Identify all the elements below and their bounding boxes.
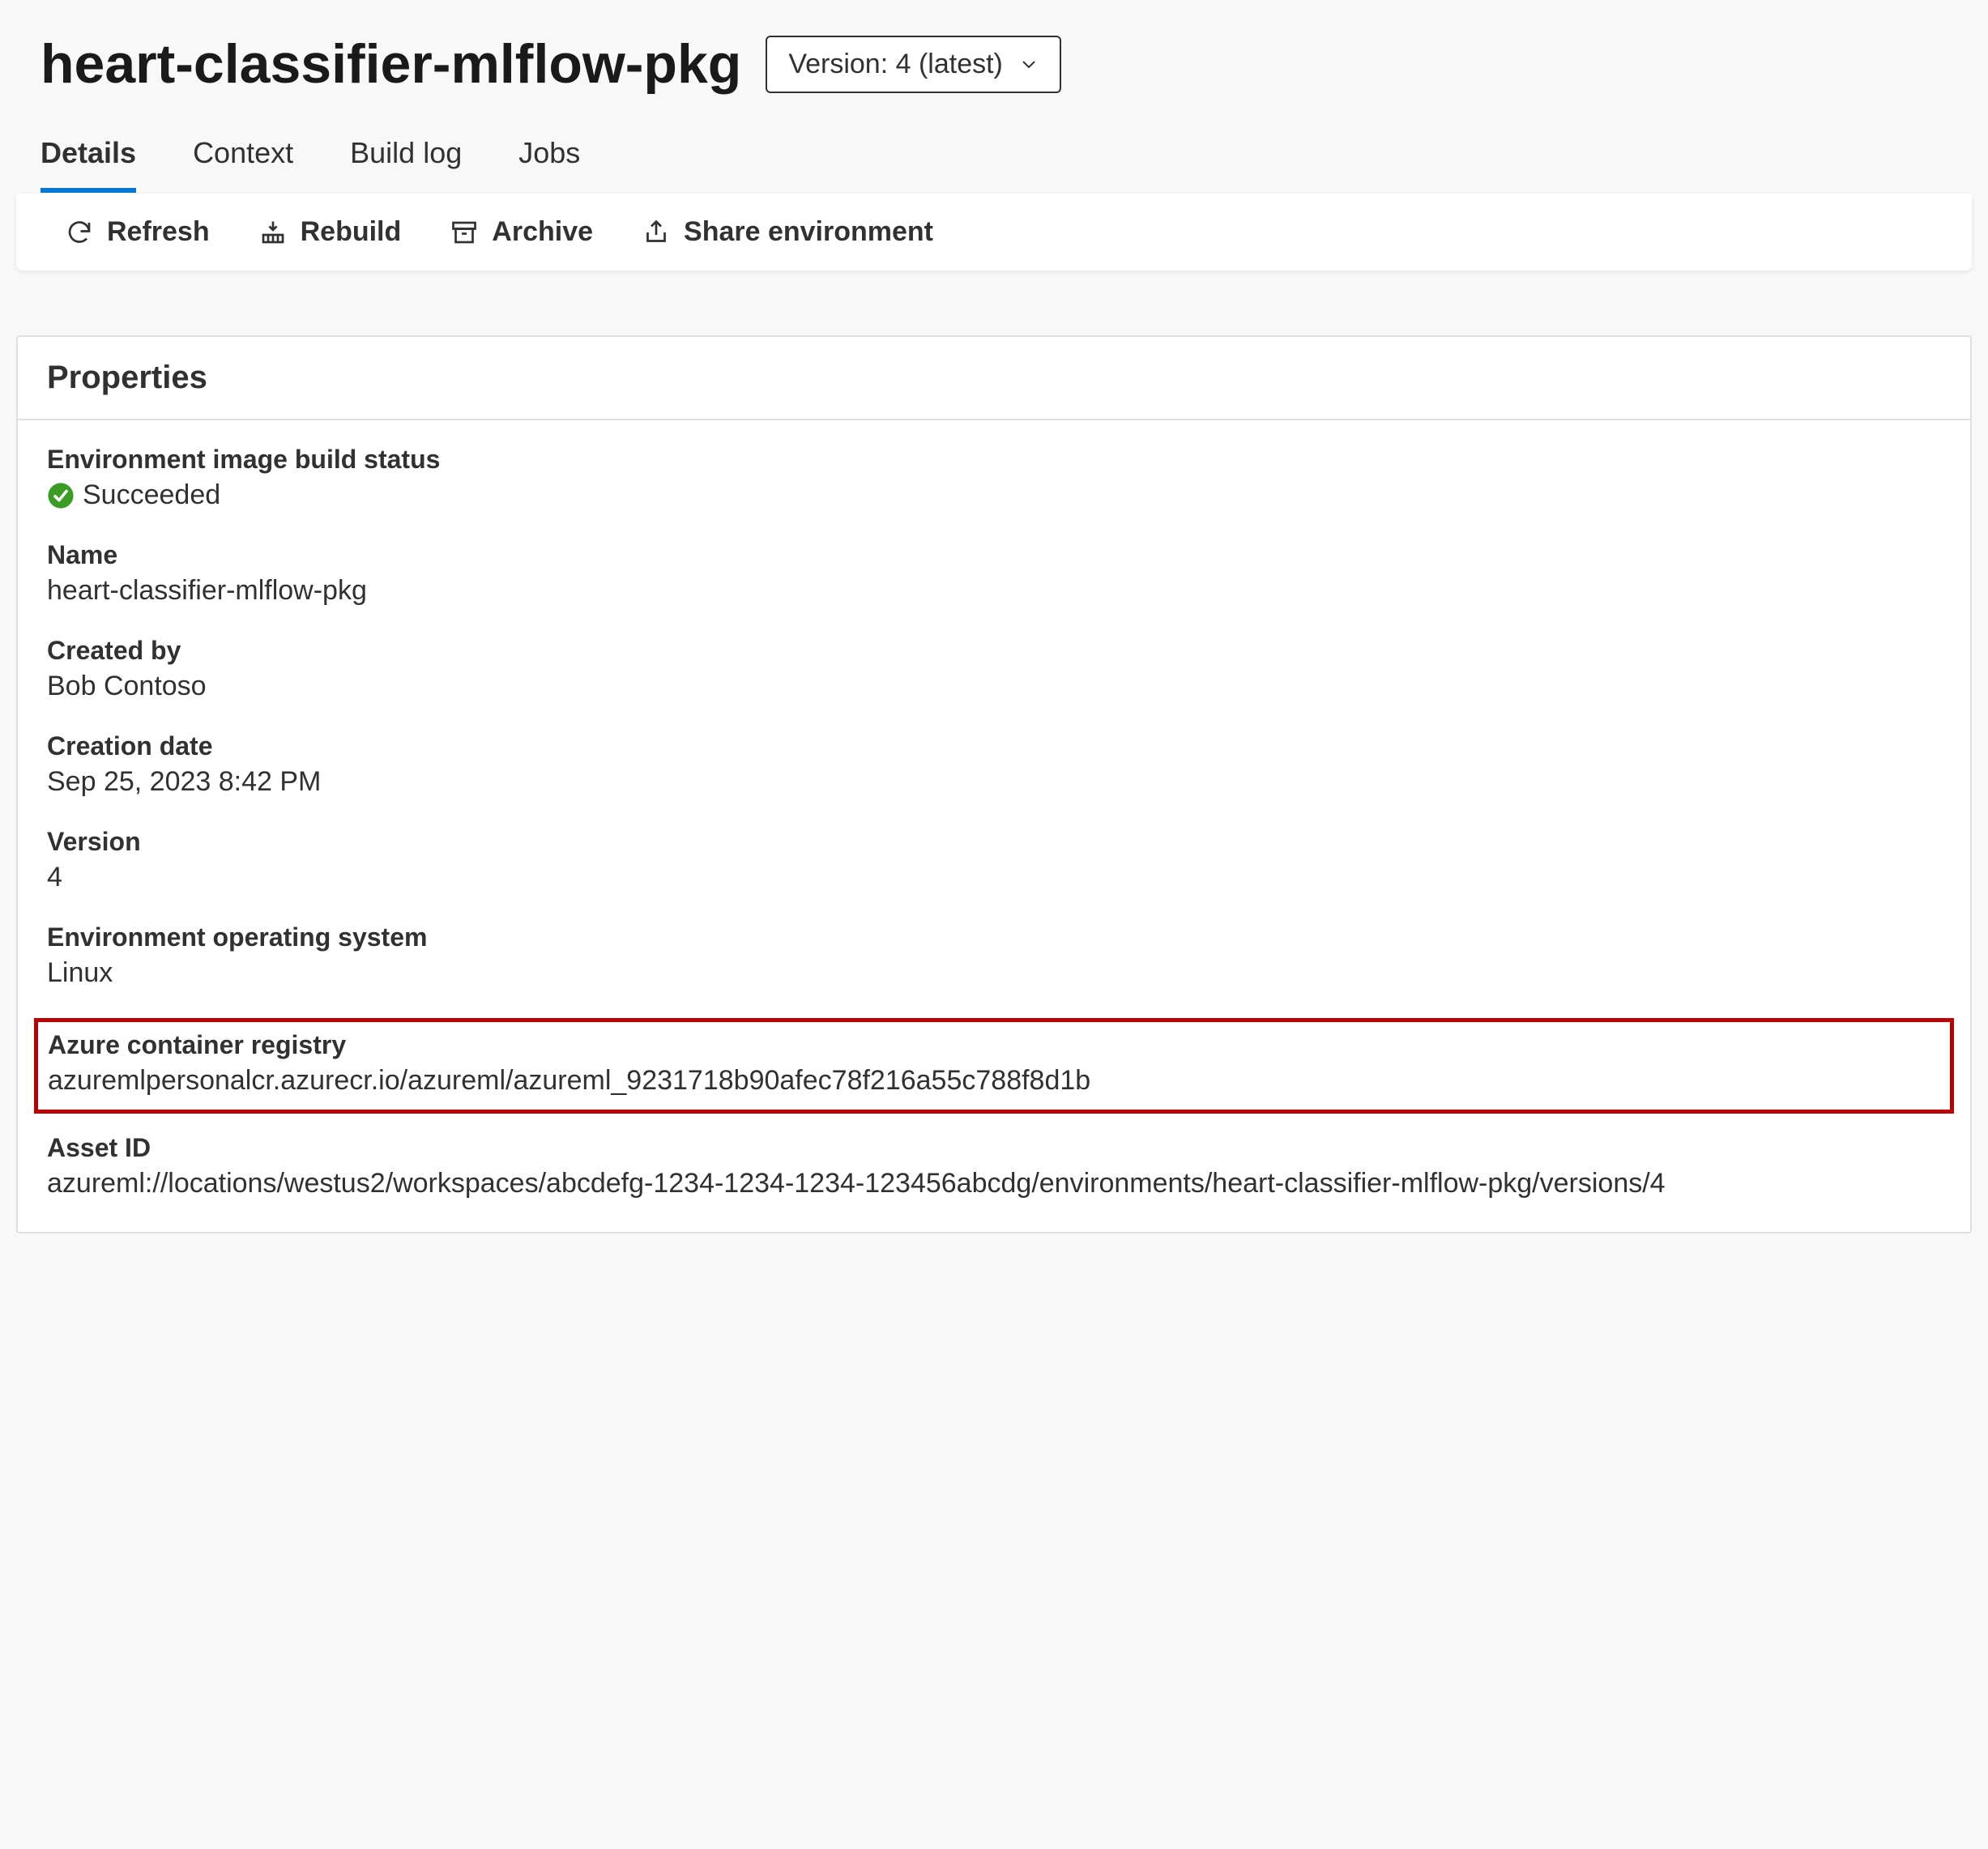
prop-value: azuremlpersonalcr.azurecr.io/azureml/azu… <box>48 1065 1940 1097</box>
highlight-box: Azure container registry azuremlpersonal… <box>34 1018 1954 1114</box>
properties-title: Properties <box>18 337 1970 420</box>
prop-label: Azure container registry <box>48 1030 1940 1060</box>
rebuild-label: Rebuild <box>301 216 402 248</box>
tab-build-log[interactable]: Build log <box>350 136 462 193</box>
prop-asset-id: Asset ID azureml://locations/westus2/wor… <box>47 1133 1941 1199</box>
prop-label: Asset ID <box>47 1133 1941 1163</box>
prop-build-status: Environment image build status Succeeded <box>47 445 1941 511</box>
prop-os: Environment operating system Linux <box>47 922 1941 989</box>
prop-name: Name heart-classifier-mlflow-pkg <box>47 540 1941 607</box>
rebuild-button[interactable]: Rebuild <box>258 216 402 248</box>
prop-value: heart-classifier-mlflow-pkg <box>47 575 1941 607</box>
toolbar: Refresh Rebuild Archive Share environmen… <box>16 194 1972 271</box>
tab-details[interactable]: Details <box>41 136 136 193</box>
properties-body: Environment image build status Succeeded… <box>18 420 1970 1232</box>
tabs: Details Context Build log Jobs <box>16 120 1972 194</box>
prop-value: azureml://locations/westus2/workspaces/a… <box>47 1168 1941 1199</box>
prop-value: Bob Contoso <box>47 671 1941 702</box>
share-icon <box>642 218 671 247</box>
prop-acr: Azure container registry azuremlpersonal… <box>48 1030 1940 1097</box>
status-text: Succeeded <box>83 479 220 511</box>
refresh-label: Refresh <box>107 216 210 248</box>
version-dropdown[interactable]: Version: 4 (latest) <box>766 36 1061 93</box>
share-button[interactable]: Share environment <box>642 216 933 248</box>
page-title: heart-classifier-mlflow-pkg <box>41 32 741 96</box>
archive-icon <box>450 218 479 247</box>
prop-created-by: Created by Bob Contoso <box>47 636 1941 702</box>
tab-context[interactable]: Context <box>193 136 293 193</box>
prop-value: Linux <box>47 957 1941 989</box>
share-label: Share environment <box>684 216 933 248</box>
status-badge: Succeeded <box>47 479 1941 511</box>
prop-creation-date: Creation date Sep 25, 2023 8:42 PM <box>47 731 1941 798</box>
prop-label: Environment operating system <box>47 922 1941 952</box>
check-circle-icon <box>47 482 75 509</box>
prop-label: Creation date <box>47 731 1941 761</box>
archive-button[interactable]: Archive <box>450 216 593 248</box>
prop-value: Sep 25, 2023 8:42 PM <box>47 766 1941 798</box>
prop-label: Name <box>47 540 1941 570</box>
refresh-icon <box>65 218 94 247</box>
chevron-down-icon <box>1019 54 1039 74</box>
tab-jobs[interactable]: Jobs <box>518 136 580 193</box>
prop-label: Version <box>47 827 1941 857</box>
prop-value: 4 <box>47 862 1941 893</box>
refresh-button[interactable]: Refresh <box>65 216 210 248</box>
version-dropdown-label: Version: 4 (latest) <box>788 49 1003 80</box>
archive-label: Archive <box>492 216 593 248</box>
prop-label: Environment image build status <box>47 445 1941 475</box>
prop-version: Version 4 <box>47 827 1941 893</box>
header: heart-classifier-mlflow-pkg Version: 4 (… <box>16 24 1972 120</box>
properties-panel: Properties Environment image build statu… <box>16 335 1972 1233</box>
rebuild-icon <box>258 218 288 247</box>
prop-label: Created by <box>47 636 1941 666</box>
